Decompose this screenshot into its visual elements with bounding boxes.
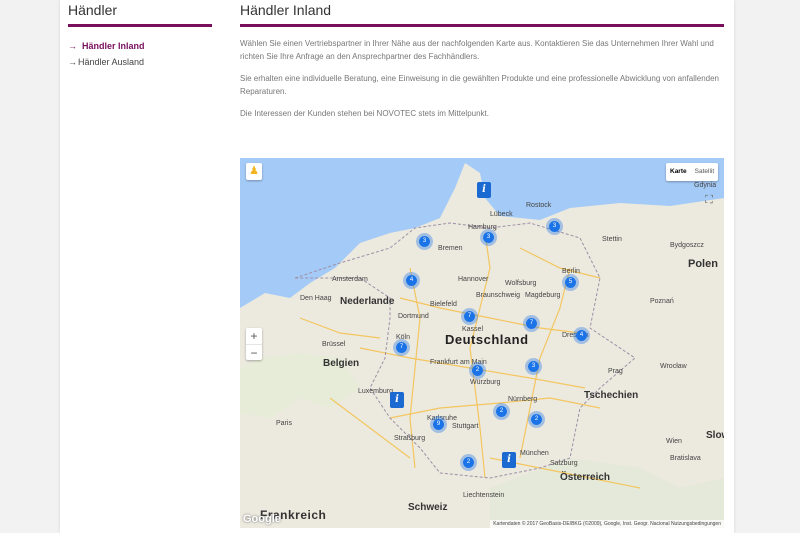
main-content: Händler Inland Wählen Sie einen Vertrieb… [240, 0, 724, 121]
sidebar-item-label: Händler Ausland [78, 57, 145, 67]
google-logo: Google [243, 513, 281, 525]
map-type-control: Karte Satellit [666, 163, 719, 181]
sidebar-item-haendler-ausland[interactable]: →Händler Ausland [68, 54, 212, 70]
map-type-satellit-button[interactable]: Satellit [691, 163, 719, 181]
zoom-in-button[interactable]: + [246, 328, 262, 344]
info-marker-icon[interactable]: i [390, 392, 404, 408]
sidebar-item-label: Händler Inland [82, 41, 145, 51]
fullscreen-icon[interactable]: ⛶ [701, 192, 717, 208]
pegman-icon[interactable]: ♟ [246, 163, 262, 180]
service-paragraph: Sie erhalten eine individuelle Beratung,… [240, 74, 719, 96]
sidebar-title-rule [68, 24, 212, 27]
interest-paragraph: Die Interessen der Kunden stehen bei NOV… [240, 109, 490, 118]
sidebar-nav: → Händler Inland →Händler Ausland [68, 38, 212, 70]
map-type-karte-button[interactable]: Karte [666, 163, 691, 181]
zoom-out-button[interactable]: − [246, 344, 262, 360]
info-markers: i i i [240, 158, 724, 528]
arrow-right-icon: → [68, 41, 77, 51]
sidebar-item-haendler-inland[interactable]: → Händler Inland [68, 38, 212, 54]
info-marker-icon[interactable]: i [477, 182, 491, 198]
page-title: Händler Inland [240, 2, 332, 18]
zoom-control: + − [246, 328, 262, 360]
info-marker-icon[interactable]: i [502, 452, 516, 468]
map-copyright[interactable]: Kartendaten © 2017 GeoBasis-DE/BKG (©200… [490, 520, 724, 528]
intro-paragraph: Wählen Sie einen Vertriebspartner in Ihr… [240, 39, 714, 61]
page-title-rule [240, 24, 724, 27]
sidebar: Händler → Händler Inland →Händler Ausland [68, 0, 212, 70]
content-page: Händler → Händler Inland →Händler Ausland… [60, 0, 734, 533]
dealer-map[interactable]: Deutschland Nederlande Belgien Luxemburg… [240, 158, 724, 528]
arrow-right-icon: → [68, 57, 77, 67]
sidebar-title: Händler [68, 2, 118, 18]
